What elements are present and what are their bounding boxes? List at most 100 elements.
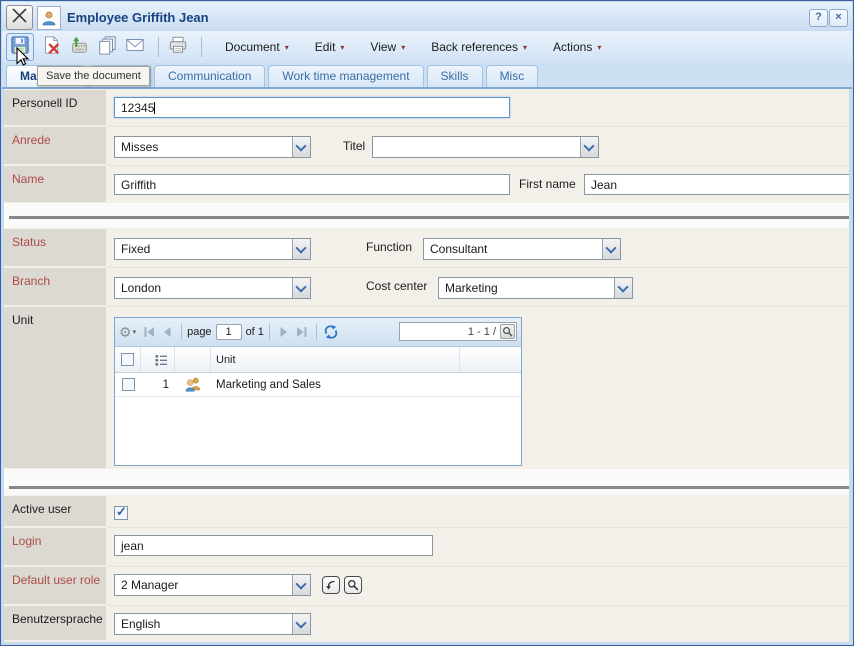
row-divider <box>106 566 849 567</box>
default-user-role-value: 2 Manager <box>121 578 290 592</box>
menu-bar: Document Edit View Back references Actio… <box>225 40 627 54</box>
checkin-icon <box>69 35 89 60</box>
first-name-value: Jean <box>591 178 617 192</box>
function-select[interactable]: Consultant <box>423 238 621 260</box>
help-button[interactable]: ? <box>809 9 828 27</box>
row-divider <box>106 165 849 166</box>
search-role-button[interactable] <box>344 576 362 594</box>
login-input[interactable]: jean <box>114 535 433 556</box>
page-label: page <box>187 326 211 338</box>
refresh-button[interactable] <box>322 323 340 341</box>
benutzersprache-label: Benutzersprache <box>4 606 106 640</box>
menu-document[interactable]: Document <box>225 40 289 54</box>
unit-label: Unit <box>4 307 106 468</box>
form-content: Personell ID Anrede Name Status Branch U… <box>4 89 849 642</box>
chevron-down-icon <box>614 278 632 298</box>
row-divider <box>106 126 849 127</box>
row-divider <box>106 267 849 268</box>
grid-search-input[interactable]: 1 - 1 / <box>399 322 517 341</box>
close-button[interactable]: × <box>829 9 848 27</box>
benutzersprache-select[interactable]: English <box>114 613 311 635</box>
section-separator <box>4 203 849 228</box>
application-window: Employee Griffith Jean ? × <box>0 0 854 646</box>
menu-edit[interactable]: Edit <box>315 40 345 54</box>
titel-select[interactable] <box>372 136 599 158</box>
chevron-down-icon <box>602 239 620 259</box>
row-divider <box>106 605 849 606</box>
unit-grid-pager: ⚙▾ page 1 of 1 1 - 1 / <box>115 318 521 347</box>
personell-id-input[interactable]: 12345 <box>114 97 510 118</box>
last-page-button[interactable] <box>293 323 311 341</box>
default-user-role-select[interactable]: 2 Manager <box>114 574 311 596</box>
titel-label: Titel <box>343 139 365 153</box>
unit-grid: ⚙▾ page 1 of 1 1 - 1 / <box>114 317 522 466</box>
checkin-button[interactable] <box>67 35 91 59</box>
grid-settings-button[interactable]: ⚙▾ <box>119 325 136 339</box>
function-label: Function <box>366 240 412 254</box>
row-select-cell <box>115 373 141 396</box>
tab-skills[interactable]: Skills <box>427 65 483 87</box>
mouse-cursor <box>16 47 30 72</box>
close-window-button[interactable] <box>6 5 33 30</box>
copy-button[interactable] <box>95 35 119 59</box>
row-unit-cell: Marketing and Sales <box>211 373 460 396</box>
row-number-cell: 1 <box>141 373 175 396</box>
close-x-icon <box>11 7 28 29</box>
print-button[interactable] <box>166 35 190 59</box>
branch-value: London <box>121 281 290 295</box>
pager-separator <box>269 324 270 340</box>
previous-page-button[interactable] <box>158 323 176 341</box>
name-label: Name <box>4 166 106 202</box>
save-tooltip: Save the document <box>37 66 150 86</box>
tab-work-time-management[interactable]: Work time management <box>268 65 423 87</box>
chevron-down-icon <box>292 239 310 259</box>
function-value: Consultant <box>430 242 600 256</box>
row-empty-cell <box>460 373 521 396</box>
row-divider <box>106 527 849 528</box>
delete-document-button[interactable] <box>39 35 63 59</box>
first-name-label: First name <box>519 177 576 191</box>
goto-role-button[interactable] <box>322 576 340 594</box>
menu-view[interactable]: View <box>370 40 405 54</box>
page-of-label: of 1 <box>246 326 264 338</box>
name-input[interactable]: Griffith <box>114 174 510 195</box>
records-count: 1 - 1 / <box>468 326 496 338</box>
cost-center-select[interactable]: Marketing <box>438 277 633 299</box>
toolbar-separator <box>158 37 159 57</box>
search-icon <box>347 579 359 591</box>
tab-communication[interactable]: Communication <box>154 65 265 87</box>
mail-button[interactable] <box>123 35 147 59</box>
status-select[interactable]: Fixed <box>114 238 311 260</box>
unit-people-icon <box>185 377 201 392</box>
gear-icon: ⚙ <box>119 325 132 339</box>
tab-misc[interactable]: Misc <box>486 65 539 87</box>
chevron-down-icon <box>292 137 310 157</box>
unit-grid-row[interactable]: 1 Marketing and Sales <box>115 373 521 397</box>
menu-actions[interactable]: Actions <box>553 40 601 54</box>
anrede-label: Anrede <box>4 127 106 164</box>
row-checkbox[interactable] <box>122 378 135 391</box>
row-divider <box>106 306 849 307</box>
mail-icon <box>125 35 145 60</box>
next-page-button[interactable] <box>275 323 293 341</box>
active-user-checkbox[interactable] <box>114 506 128 520</box>
header-icon-cell <box>175 347 211 372</box>
page-number-input[interactable]: 1 <box>216 324 242 340</box>
first-page-button[interactable] <box>140 323 158 341</box>
personell-id-label: Personell ID <box>4 90 106 125</box>
grid-search-button[interactable] <box>500 324 515 339</box>
toolbar-separator <box>201 37 202 57</box>
header-select-all-cell <box>115 347 141 372</box>
chevron-down-icon <box>292 278 310 298</box>
branch-select[interactable]: London <box>114 277 311 299</box>
anrede-select[interactable]: Misses <box>114 136 311 158</box>
separator-line <box>9 216 849 219</box>
unit-grid-header: Unit <box>115 347 521 373</box>
header-unit-cell[interactable]: Unit <box>211 347 460 372</box>
select-all-checkbox[interactable] <box>121 353 134 366</box>
login-label: Login <box>4 528 106 565</box>
first-name-input[interactable]: Jean <box>584 174 849 195</box>
menu-back-references[interactable]: Back references <box>431 40 527 54</box>
separator-line <box>9 486 849 489</box>
header-row-number-cell[interactable] <box>141 347 175 372</box>
